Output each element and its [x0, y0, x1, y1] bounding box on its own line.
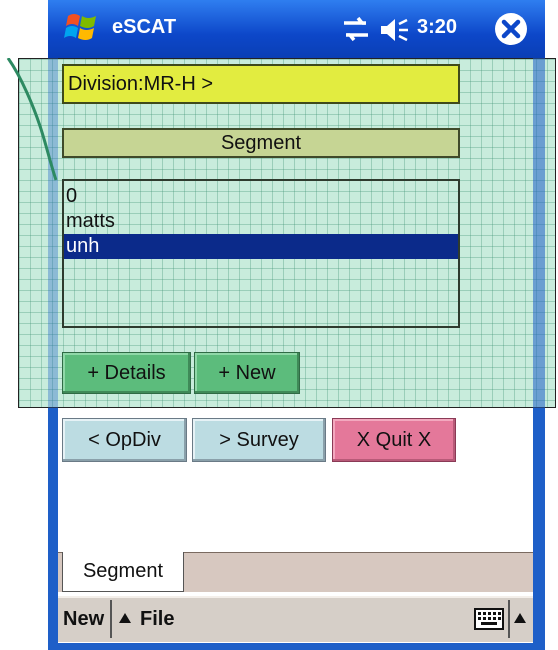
tab-segment[interactable]: Segment: [62, 552, 184, 592]
volume-icon[interactable]: [378, 16, 410, 44]
menu-new[interactable]: New: [63, 608, 104, 631]
window-border-bottom: [48, 643, 545, 650]
menu-separator: [110, 600, 112, 638]
new-button[interactable]: + New: [194, 352, 300, 394]
close-button[interactable]: [495, 13, 527, 45]
connectivity-icon[interactable]: [340, 14, 372, 44]
close-icon: [501, 19, 521, 39]
grid-border-right: [533, 58, 545, 408]
list-item[interactable]: matts: [64, 209, 458, 234]
input-menu-arrow-icon[interactable]: [513, 612, 527, 624]
survey-button[interactable]: > Survey: [192, 418, 326, 462]
menu-up-arrow-icon: [119, 613, 131, 623]
list-item[interactable]: 0: [64, 184, 458, 209]
division-selector[interactable]: Division:MR-H >: [62, 64, 460, 104]
details-button[interactable]: + Details: [62, 352, 191, 394]
segment-header: Segment: [62, 128, 460, 158]
clock: 3:20: [417, 16, 458, 38]
opdiv-button[interactable]: < OpDiv: [62, 418, 187, 462]
menu-separator: [508, 600, 510, 638]
menu-file[interactable]: File: [140, 608, 174, 631]
list-item-selected[interactable]: unh: [64, 234, 458, 259]
windows-start-icon[interactable]: [64, 10, 100, 46]
keyboard-icon[interactable]: [474, 608, 504, 630]
segment-list[interactable]: 0 matts unh: [62, 179, 460, 328]
quit-button[interactable]: X Quit X: [332, 418, 456, 462]
app-title: eSCAT: [112, 16, 177, 38]
